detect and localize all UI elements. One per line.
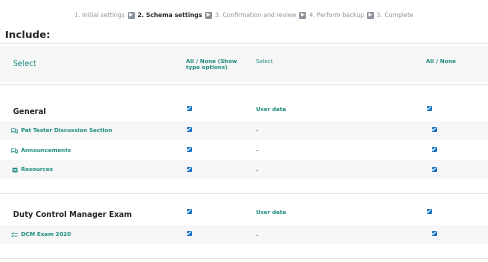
step-confirmation: 3. Confirmation and review: [215, 12, 297, 19]
activity-userdata-value: -: [256, 167, 259, 174]
activity-dcm-exam-include-checkbox[interactable]: [187, 231, 192, 236]
activity-label[interactable]: Resources: [21, 167, 53, 173]
select-user-data-link[interactable]: Select: [256, 59, 273, 65]
activity-resources-userdata-checkbox[interactable]: [432, 167, 437, 172]
activity-resources-include-checkbox[interactable]: [187, 167, 192, 172]
step-perform-backup: 4. Perform backup: [309, 12, 365, 19]
all-none-show-type-options-link[interactable]: All / None (Show type options): [186, 59, 246, 71]
select-link[interactable]: Select: [13, 59, 36, 68]
activity-resources: Resources: [11, 167, 53, 173]
step-arrow-icon: ▶: [127, 12, 135, 19]
section-title-duty-control: Duty Control Manager Exam: [13, 210, 132, 219]
section-general-userdata-checkbox[interactable]: [427, 106, 432, 111]
activity-pat-tester-discussion: Pat Tester Discussion Section: [11, 128, 112, 134]
section-duty-control-include-checkbox[interactable]: [187, 209, 192, 214]
forum-icon: [11, 148, 18, 154]
divider: [0, 193, 488, 194]
quiz-icon: [11, 232, 18, 238]
activity-userdata-value: -: [256, 127, 259, 134]
section-title-general: General: [13, 107, 46, 116]
activity-label[interactable]: Announcements: [21, 148, 71, 154]
activity-pat-tester-userdata-checkbox[interactable]: [432, 127, 437, 132]
activity-announcements-userdata-checkbox[interactable]: [432, 147, 437, 152]
section-duty-control-user-data-label: User data: [256, 210, 287, 216]
step-initial-settings: 1. Initial settings: [74, 12, 125, 19]
activity-announcements: Announcements: [11, 148, 71, 154]
include-heading: Include:: [5, 30, 51, 41]
activity-label[interactable]: Pat Tester Discussion Section: [21, 128, 112, 134]
forum-icon: [11, 128, 18, 134]
activity-pat-tester-include-checkbox[interactable]: [187, 127, 192, 132]
activity-announcements-include-checkbox[interactable]: [187, 147, 192, 152]
step-arrow-icon: ▶: [299, 12, 307, 19]
section-general-include-checkbox[interactable]: [187, 106, 192, 111]
activity-row-band: [0, 225, 488, 244]
step-schema-settings: 2. Schema settings: [137, 12, 203, 19]
section-general-user-data-label: User data: [256, 107, 287, 113]
backup-steps: 1. Initial settings ▶ 2. Schema settings…: [0, 12, 488, 19]
all-none-user-data-link[interactable]: All / None: [426, 59, 456, 65]
activity-label[interactable]: DCM Exam 2020: [21, 232, 71, 238]
section-duty-control-userdata-checkbox[interactable]: [427, 209, 432, 214]
folder-icon: [11, 167, 18, 173]
activity-userdata-value: -: [256, 232, 259, 239]
activity-dcm-exam-2020: DCM Exam 2020: [11, 232, 71, 238]
step-arrow-icon: ▶: [205, 12, 213, 19]
step-arrow-icon: ▶: [366, 12, 374, 19]
activity-dcm-exam-userdata-checkbox[interactable]: [432, 231, 437, 236]
divider: [0, 258, 488, 259]
divider: [0, 84, 488, 85]
activity-userdata-value: -: [256, 147, 259, 154]
activity-row-band: [0, 160, 488, 179]
divider: [0, 43, 488, 44]
step-complete: 5. Complete: [376, 12, 414, 19]
